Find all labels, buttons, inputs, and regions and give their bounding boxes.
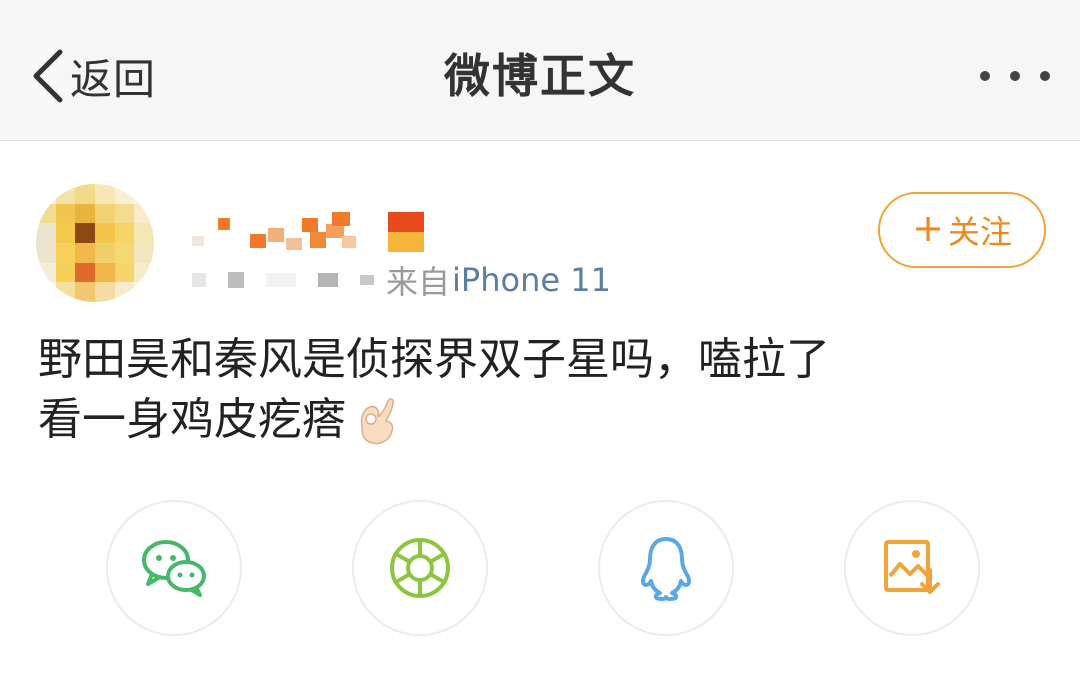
post-meta: 来自 iPhone 11 bbox=[192, 258, 611, 302]
save-image-icon bbox=[884, 540, 940, 594]
weibo-post-page: 返回 微博正文 来自 iPhone 11 + 关注 野田昊和秦风是侦探界双子星吗… bbox=[0, 0, 1080, 676]
pixelated-username bbox=[192, 212, 424, 252]
follow-label: 关注 bbox=[947, 213, 1012, 251]
avatar[interactable] bbox=[36, 184, 154, 302]
post-text: 野田昊和秦风是侦探界双子星吗，嗑拉了 看一身鸡皮疙瘩 bbox=[38, 334, 830, 445]
top-nav-bar: 返回 微博正文 bbox=[0, 0, 1080, 141]
qq-icon bbox=[641, 537, 691, 601]
ok-hand-emoji-icon bbox=[360, 398, 394, 445]
save-image-button[interactable] bbox=[844, 500, 980, 636]
source-prefix: 来自 bbox=[386, 263, 451, 301]
follow-button[interactable]: + 关注 bbox=[878, 192, 1046, 268]
plus-icon: + bbox=[912, 206, 944, 250]
post-content: 野田昊和秦风是侦探界双子星吗，嗑拉了 看一身鸡皮疙瘩 bbox=[38, 330, 1038, 450]
page-title: 微博正文 bbox=[444, 49, 636, 103]
wechat-icon bbox=[142, 540, 206, 597]
more-dots-icon bbox=[980, 71, 990, 81]
username-obscured[interactable] bbox=[192, 208, 442, 256]
more-button[interactable] bbox=[980, 60, 1050, 92]
share-moments-button[interactable] bbox=[352, 500, 488, 636]
share-qq-button[interactable] bbox=[598, 500, 734, 636]
source-device-link[interactable]: iPhone 11 bbox=[452, 261, 611, 299]
timestamp-obscured bbox=[192, 272, 374, 288]
share-wechat-button[interactable] bbox=[106, 500, 242, 636]
moments-icon bbox=[390, 538, 450, 598]
share-actions bbox=[0, 500, 1080, 645]
